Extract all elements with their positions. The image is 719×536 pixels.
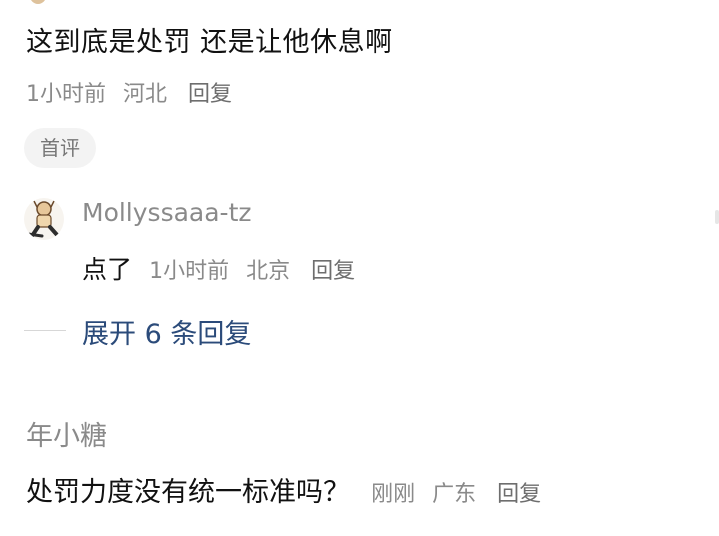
expand-replies-button[interactable]: 展开 6 条回复 xyxy=(82,312,251,351)
comment-username[interactable]: 年小糖 xyxy=(26,414,107,453)
reply-location: 北京 xyxy=(246,259,291,284)
comment-time: 刚刚 xyxy=(371,482,416,507)
reply-username[interactable]: Mollyssaaa-tz xyxy=(82,198,252,227)
divider xyxy=(24,330,66,331)
reply-meta: 1小时前 北京 回复 xyxy=(149,259,365,284)
comment-meta: 1小时前 河北 回复 xyxy=(26,76,242,108)
comment-time: 1小时前 xyxy=(26,82,106,107)
avatar-icon xyxy=(24,198,64,240)
reply-button[interactable]: 回复 xyxy=(311,259,355,284)
emoji-icon xyxy=(30,0,46,4)
avatar[interactable] xyxy=(24,198,64,240)
reply-text: 点了 xyxy=(82,255,133,284)
comment-text: 处罚力度没有统一标准吗？ xyxy=(26,477,350,508)
comment-line: 处罚力度没有统一标准吗？ 刚刚 广东 回复 xyxy=(26,470,551,509)
comment-text: 这到底是处罚 还是让他休息啊 xyxy=(26,27,393,58)
reply-button[interactable]: 回复 xyxy=(497,482,541,507)
comment-meta: 刚刚 广东 回复 xyxy=(371,482,551,507)
reply-button[interactable]: 回复 xyxy=(188,82,232,107)
reply-time: 1小时前 xyxy=(149,259,230,284)
comment-thread: 这到底是处罚 还是让他休息啊 1小时前 河北 回复 首评 Mollyssaaa-… xyxy=(0,0,719,536)
comment-location: 广东 xyxy=(432,482,477,507)
scrollbar-indicator[interactable] xyxy=(715,210,719,224)
first-comment-badge: 首评 xyxy=(24,128,96,168)
comment-location: 河北 xyxy=(123,82,168,107)
reply-line: 点了 1小时前 北京 回复 xyxy=(82,250,365,286)
